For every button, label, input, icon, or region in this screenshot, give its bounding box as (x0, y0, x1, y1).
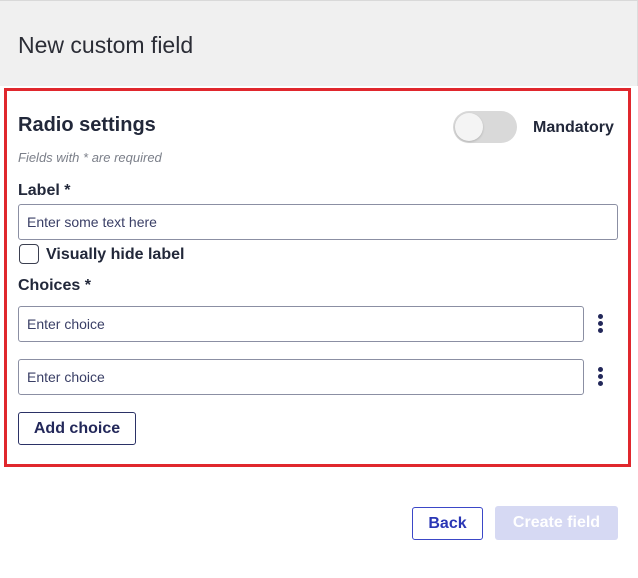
dialog-header: New custom field (0, 0, 638, 86)
back-button[interactable]: Back (412, 507, 483, 540)
label-input[interactable] (18, 204, 618, 240)
visually-hide-checkbox[interactable] (19, 244, 39, 264)
mandatory-label: Mandatory (533, 119, 614, 136)
mandatory-toggle[interactable] (453, 111, 517, 143)
choice-input-2[interactable] (18, 359, 584, 395)
add-choice-button[interactable]: Add choice (18, 412, 136, 445)
choices-label: Choices * (18, 277, 91, 294)
required-note: Fields with * are required (18, 150, 162, 165)
highlight-box (4, 88, 631, 467)
dialog-title: New custom field (18, 32, 194, 58)
kebab-icon[interactable] (593, 364, 609, 390)
label-field-label: Label * (18, 182, 71, 199)
section-title: Radio settings (18, 114, 156, 136)
toggle-knob (455, 113, 483, 141)
kebab-icon[interactable] (593, 311, 609, 337)
visually-hide-label: Visually hide label (46, 246, 185, 263)
choice-input-1[interactable] (18, 306, 584, 342)
create-field-button[interactable]: Create field (495, 506, 618, 540)
